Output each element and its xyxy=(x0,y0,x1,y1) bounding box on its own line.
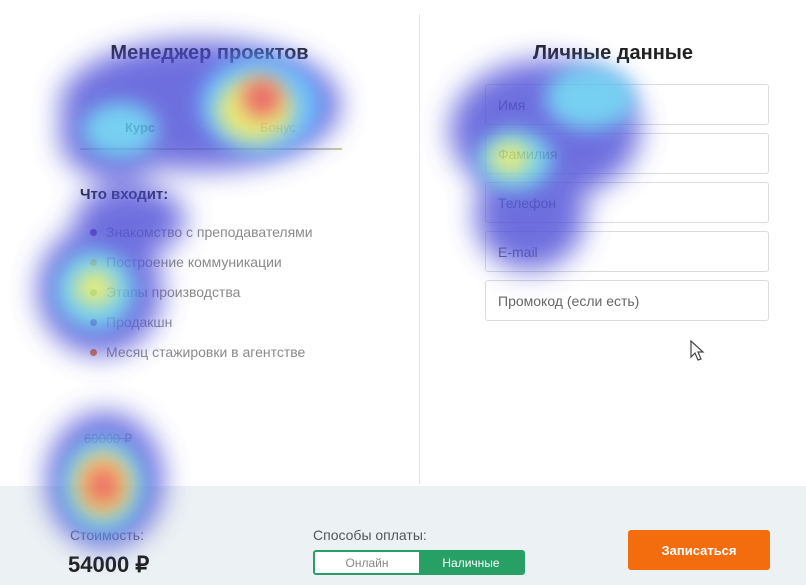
tab-course[interactable]: Курс xyxy=(125,120,155,135)
email-input[interactable] xyxy=(486,232,768,271)
cost-value: 54000 ₽ xyxy=(68,552,150,577)
list-item: Этапы производства xyxy=(90,283,350,302)
first-name-field[interactable] xyxy=(485,84,769,125)
bullet-dot-icon xyxy=(90,229,97,236)
old-price: 60000 ₽ xyxy=(84,431,133,446)
course-tabs: Курс Бонус xyxy=(80,112,342,150)
last-name-field[interactable] xyxy=(485,133,769,174)
cost-label: Стоимость: xyxy=(70,527,144,543)
payment-label: Способы оплаты: xyxy=(313,527,427,543)
first-name-input[interactable] xyxy=(486,85,768,124)
list-item-label: Продакшн xyxy=(106,314,173,330)
list-item-label: Знакомство с преподавателями xyxy=(106,224,313,240)
list-item-label: Этапы производства xyxy=(106,284,241,300)
promo-code-input[interactable] xyxy=(486,281,768,320)
bullet-dot-icon xyxy=(90,259,97,266)
payment-option-online[interactable]: Онлайн xyxy=(315,552,419,573)
includes-title: Что входит: xyxy=(80,186,169,203)
payment-option-cash[interactable]: Наличные xyxy=(419,552,523,573)
phone-field[interactable] xyxy=(485,182,769,223)
column-divider xyxy=(419,14,420,484)
list-item-label: Месяц стажировки в агентстве xyxy=(106,344,306,360)
phone-input[interactable] xyxy=(486,183,768,222)
payment-toggle: Онлайн Наличные xyxy=(313,550,525,575)
last-name-input[interactable] xyxy=(486,134,768,173)
mouse-cursor-icon xyxy=(690,340,705,361)
promo-code-field[interactable] xyxy=(485,280,769,321)
tab-bonus[interactable]: Бонус xyxy=(260,120,296,135)
list-item: Построение коммуникации xyxy=(90,253,350,272)
includes-list: Знакомство с преподавателями Построение … xyxy=(90,223,350,373)
list-item-label: Построение коммуникации xyxy=(106,254,282,270)
course-title: Менеджер проектов xyxy=(110,42,309,64)
enroll-button[interactable]: Записаться xyxy=(628,530,770,570)
bullet-dot-icon xyxy=(90,349,97,356)
bullet-dot-icon xyxy=(90,289,97,296)
list-item: Продакшн xyxy=(90,313,350,332)
list-item: Месяц стажировки в агентстве xyxy=(90,343,350,362)
email-field[interactable] xyxy=(485,231,769,272)
personal-data-title: Личные данные xyxy=(533,42,693,64)
list-item: Знакомство с преподавателями xyxy=(90,223,350,242)
bullet-dot-icon xyxy=(90,319,97,326)
